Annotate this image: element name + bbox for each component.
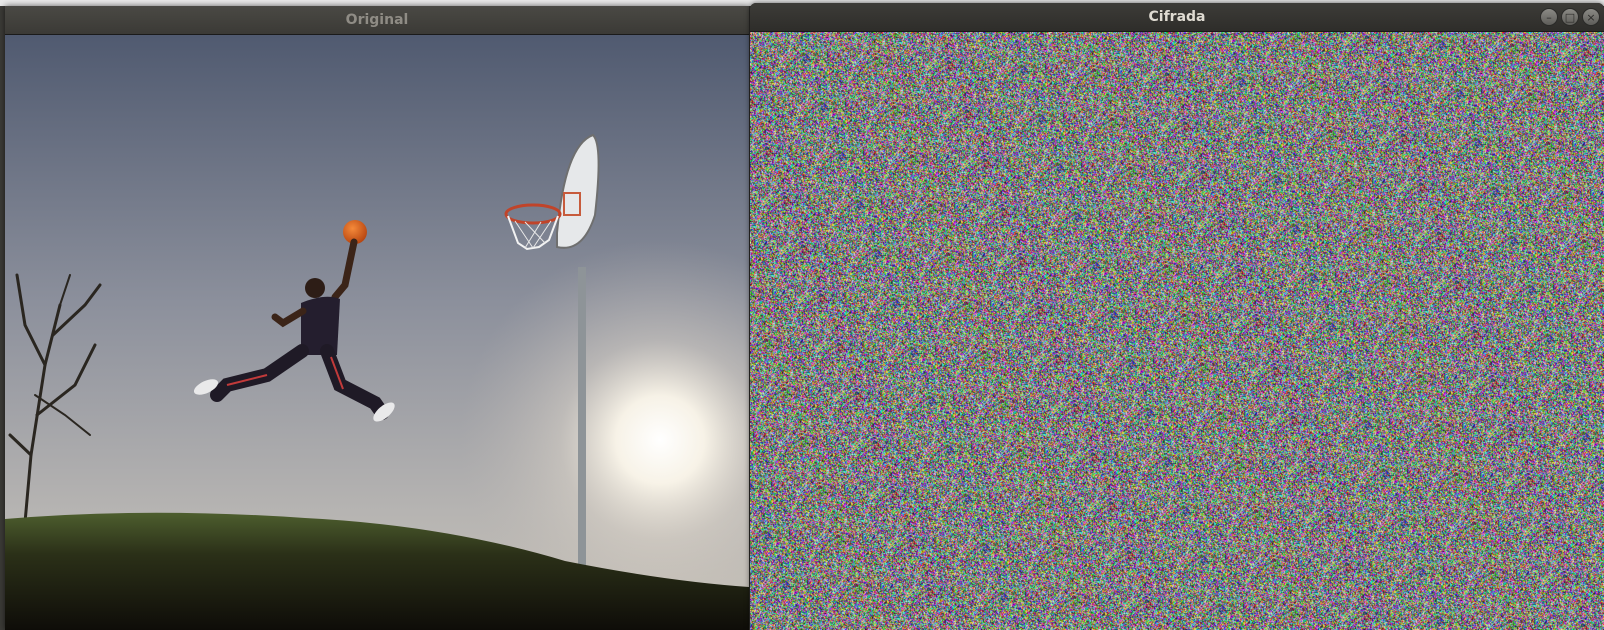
encrypted-noise-image — [750, 32, 1604, 630]
desktop: Original Cifrada – □ × — [0, 0, 1604, 630]
original-window[interactable]: Original — [5, 6, 749, 630]
original-image — [5, 35, 749, 630]
window-title: Cifrada — [1148, 9, 1206, 25]
window-controls: – □ × — [1540, 8, 1600, 26]
cifrada-window[interactable]: Cifrada – □ × — [750, 3, 1604, 630]
cifrada-image — [750, 32, 1604, 630]
cifrada-titlebar[interactable]: Cifrada – □ × — [750, 3, 1604, 32]
original-titlebar[interactable]: Original — [5, 6, 749, 35]
minimize-icon[interactable]: – — [1540, 8, 1558, 26]
window-title: Original — [345, 12, 409, 28]
maximize-icon[interactable]: □ — [1561, 8, 1579, 26]
close-icon[interactable]: × — [1582, 8, 1600, 26]
hoop-pole — [578, 267, 586, 587]
original-image-svg — [5, 35, 749, 630]
